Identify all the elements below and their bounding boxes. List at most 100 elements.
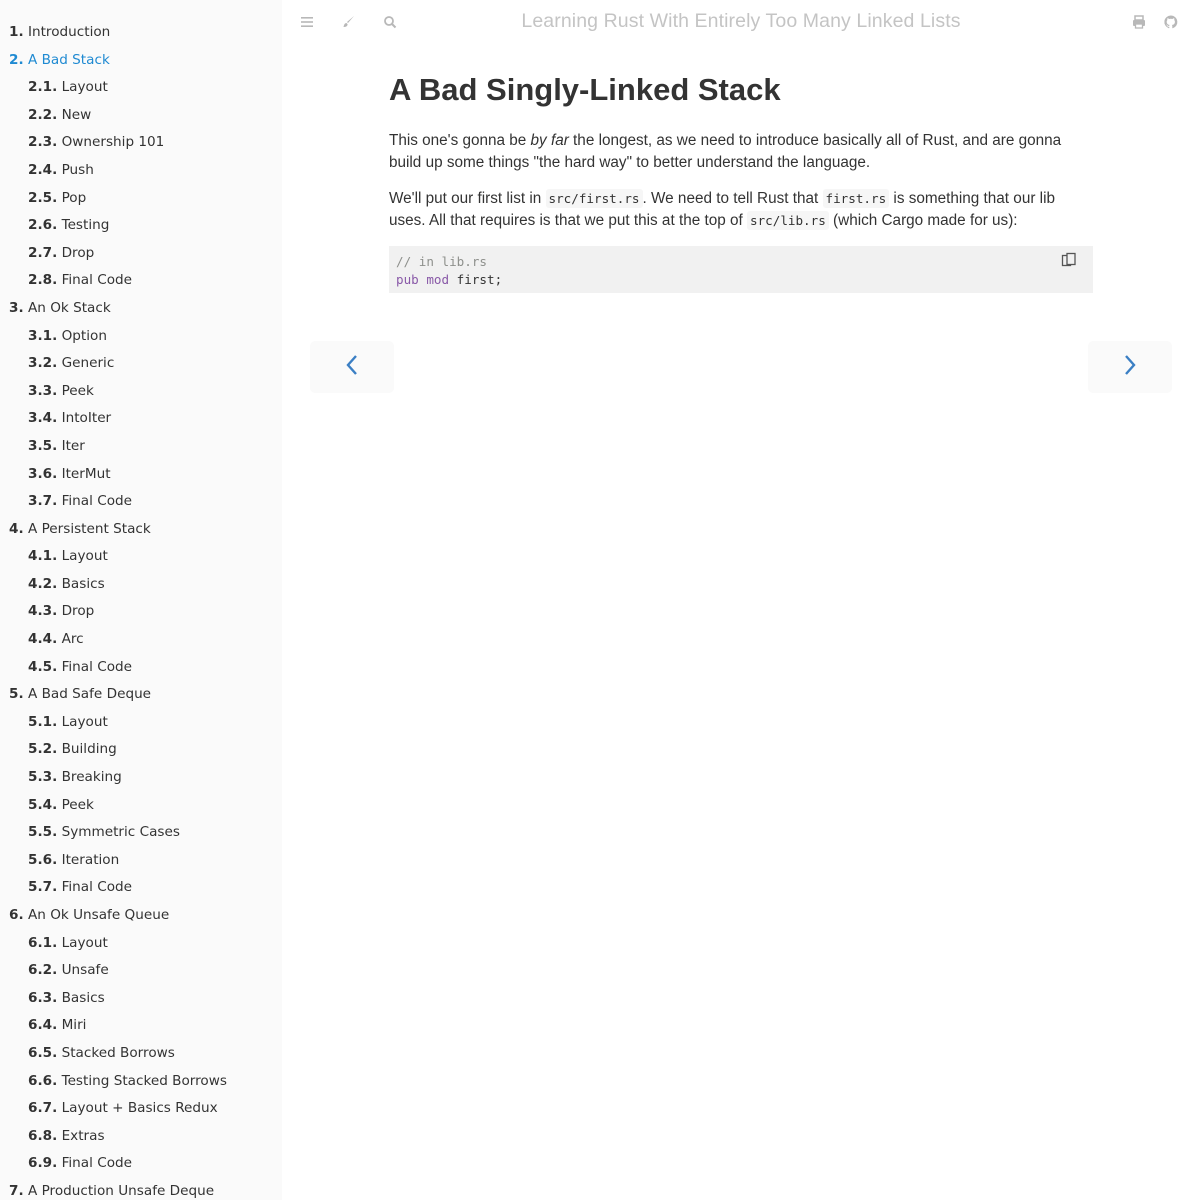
sidebar-item-number: 6.1. xyxy=(28,934,58,951)
sidebar-item[interactable]: 6.3. Basics xyxy=(0,985,282,1013)
sidebar-item[interactable]: 3.4. IntoIter xyxy=(0,405,282,433)
sidebar-item[interactable]: 4.5. Final Code xyxy=(0,654,282,682)
sidebar-item[interactable]: 5.4. Peek xyxy=(0,792,282,820)
sidebar-item[interactable]: 3. An Ok Stack xyxy=(0,295,282,323)
intro-paragraph: This one's gonna be by far the longest, … xyxy=(389,130,1093,174)
sidebar-item-number: 2.1. xyxy=(28,79,58,96)
sidebar-item-label: Final Code xyxy=(61,879,133,896)
sidebar-toc: 1. Introduction 2. A Bad Stack 2.1. Layout… xyxy=(0,0,282,1200)
sidebar-item-number: 6.2. xyxy=(28,962,58,979)
sidebar-item-label: Layout xyxy=(61,548,108,565)
sidebar-item-number: 5.1. xyxy=(28,713,58,730)
sidebar-item[interactable]: 5.5. Symmetric Cases xyxy=(0,819,282,847)
main-content: A Bad Singly-Linked Stack This one's gon… xyxy=(389,60,1093,293)
sidebar-item[interactable]: 3.1. Option xyxy=(0,323,282,351)
sidebar-item-number: 4. xyxy=(9,520,24,537)
sidebar-item[interactable]: 2. A Bad Stack xyxy=(0,47,282,75)
sidebar-item[interactable]: 4.4. Arc xyxy=(0,626,282,654)
next-chapter-button[interactable] xyxy=(1088,341,1172,393)
sidebar-item-number: 6.8. xyxy=(28,1127,58,1144)
copy-icon[interactable] xyxy=(1061,252,1077,268)
sidebar-item[interactable]: 2.7. Drop xyxy=(0,240,282,268)
sidebar-item-number: 3.1. xyxy=(28,327,58,344)
sidebar-item-label: Drop xyxy=(61,603,95,620)
sidebar-item-label: Iteration xyxy=(61,851,120,868)
sidebar-item[interactable]: 3.7. Final Code xyxy=(0,488,282,516)
sidebar-item[interactable]: 3.6. IterMut xyxy=(0,461,282,489)
sidebar-item-label: Push xyxy=(61,161,94,178)
sidebar-item[interactable]: 6.6. Testing Stacked Borrows xyxy=(0,1068,282,1096)
sidebar-item[interactable]: 2.6. Testing xyxy=(0,212,282,240)
sidebar-item-label: Pop xyxy=(61,189,87,206)
sidebar-item-number: 4.5. xyxy=(28,658,58,675)
sidebar-item-number: 3.6. xyxy=(28,465,58,482)
sidebar-item[interactable]: 2.8. Final Code xyxy=(0,267,282,295)
github-icon[interactable] xyxy=(1163,14,1181,32)
code-text: first; xyxy=(449,271,503,287)
sidebar-item-label: A Bad Safe Deque xyxy=(27,686,152,703)
sidebar-item-label: Unsafe xyxy=(61,962,109,979)
sidebar-item[interactable]: 4.3. Drop xyxy=(0,598,282,626)
sidebar-item[interactable]: 2.3. Ownership 101 xyxy=(0,129,282,157)
sidebar-item-label: Extras xyxy=(61,1127,105,1144)
sidebar-item-number: 4.4. xyxy=(28,631,58,648)
sidebar-item[interactable]: 5.3. Breaking xyxy=(0,764,282,792)
sidebar-item[interactable]: 5.2. Building xyxy=(0,736,282,764)
sidebar-item[interactable]: 3.5. Iter xyxy=(0,433,282,461)
sidebar-item-label: New xyxy=(61,106,92,123)
sidebar-item-label: Breaking xyxy=(61,769,122,786)
sidebar-item-number: 3.5. xyxy=(28,437,58,454)
sidebar-item[interactable]: 6.7. Layout + Basics Redux xyxy=(0,1095,282,1123)
sidebar-item[interactable]: 6.1. Layout xyxy=(0,930,282,958)
sidebar-item-number: 5.5. xyxy=(28,824,58,841)
sidebar-item-label: Arc xyxy=(61,631,84,648)
sidebar-item-label: Generic xyxy=(61,355,115,372)
sidebar-item[interactable]: 2.2. New xyxy=(0,102,282,130)
sidebar-item-label: Final Code xyxy=(61,658,133,675)
sidebar-item[interactable]: 6.8. Extras xyxy=(0,1123,282,1151)
toc-list: 1. Introduction 2. A Bad Stack 2.1. Layout… xyxy=(0,0,282,1200)
sidebar-item[interactable]: 2.5. Pop xyxy=(0,185,282,213)
sidebar-item[interactable]: 4.2. Basics xyxy=(0,571,282,599)
print-icon[interactable] xyxy=(1131,14,1149,32)
sidebar-item[interactable]: 6.9. Final Code xyxy=(0,1150,282,1178)
sidebar-item-label: Stacked Borrows xyxy=(61,1044,175,1061)
sidebar-item-number: 4.2. xyxy=(28,575,58,592)
inline-code: src/first.rs xyxy=(545,189,643,208)
sidebar-item-label: Peek xyxy=(61,382,94,399)
sidebar-item[interactable]: 6. An Ok Unsafe Queue xyxy=(0,902,282,930)
sidebar-item[interactable]: 4. A Persistent Stack xyxy=(0,516,282,544)
sidebar-item-label: Final Code xyxy=(61,493,133,510)
sidebar-item[interactable]: 5.6. Iteration xyxy=(0,847,282,875)
sidebar-item-label: Miri xyxy=(61,1017,87,1034)
sidebar-item[interactable]: 5.7. Final Code xyxy=(0,874,282,902)
sidebar-item[interactable]: 3.2. Generic xyxy=(0,350,282,378)
sidebar-item[interactable]: 7. A Production Unsafe Deque xyxy=(0,1178,282,1200)
sidebar-item[interactable]: 5.1. Layout xyxy=(0,709,282,737)
sidebar-item-number: 6.4. xyxy=(28,1017,58,1034)
sidebar-item-label: Ownership 101 xyxy=(61,134,165,151)
sidebar-item[interactable]: 6.5. Stacked Borrows xyxy=(0,1040,282,1068)
sidebar-item-label: Iter xyxy=(61,437,85,454)
sidebar-item[interactable]: 6.2. Unsafe xyxy=(0,957,282,985)
sidebar-item-number: 6.9. xyxy=(28,1155,58,1172)
sidebar-item[interactable]: 1. Introduction xyxy=(0,19,282,47)
text: . We need to tell Rust that xyxy=(642,190,823,207)
sidebar-item-number: 4.1. xyxy=(28,548,58,565)
sidebar-item[interactable]: 4.1. Layout xyxy=(0,543,282,571)
sidebar-item-number: 1. xyxy=(9,24,24,40)
sidebar-item-number: 2.3. xyxy=(28,134,58,151)
module-paragraph: We'll put our first list in src/first.rs… xyxy=(389,188,1093,232)
page-title: A Bad Singly-Linked Stack xyxy=(389,72,781,107)
sidebar-item-number: 3. xyxy=(9,299,24,316)
sidebar-item[interactable]: 6.4. Miri xyxy=(0,1012,282,1040)
sidebar-item[interactable]: 2.4. Push xyxy=(0,157,282,185)
emphasis-text: by far xyxy=(530,132,569,149)
code-keyword: pub xyxy=(396,271,419,287)
previous-chapter-button[interactable] xyxy=(310,341,394,393)
sidebar-item[interactable]: 5. A Bad Safe Deque xyxy=(0,681,282,709)
sidebar-item-label: An Ok Stack xyxy=(27,299,111,316)
sidebar-item[interactable]: 2.1. Layout xyxy=(0,74,282,102)
sidebar-item-label: An Ok Unsafe Queue xyxy=(27,907,170,923)
sidebar-item[interactable]: 3.3. Peek xyxy=(0,378,282,406)
